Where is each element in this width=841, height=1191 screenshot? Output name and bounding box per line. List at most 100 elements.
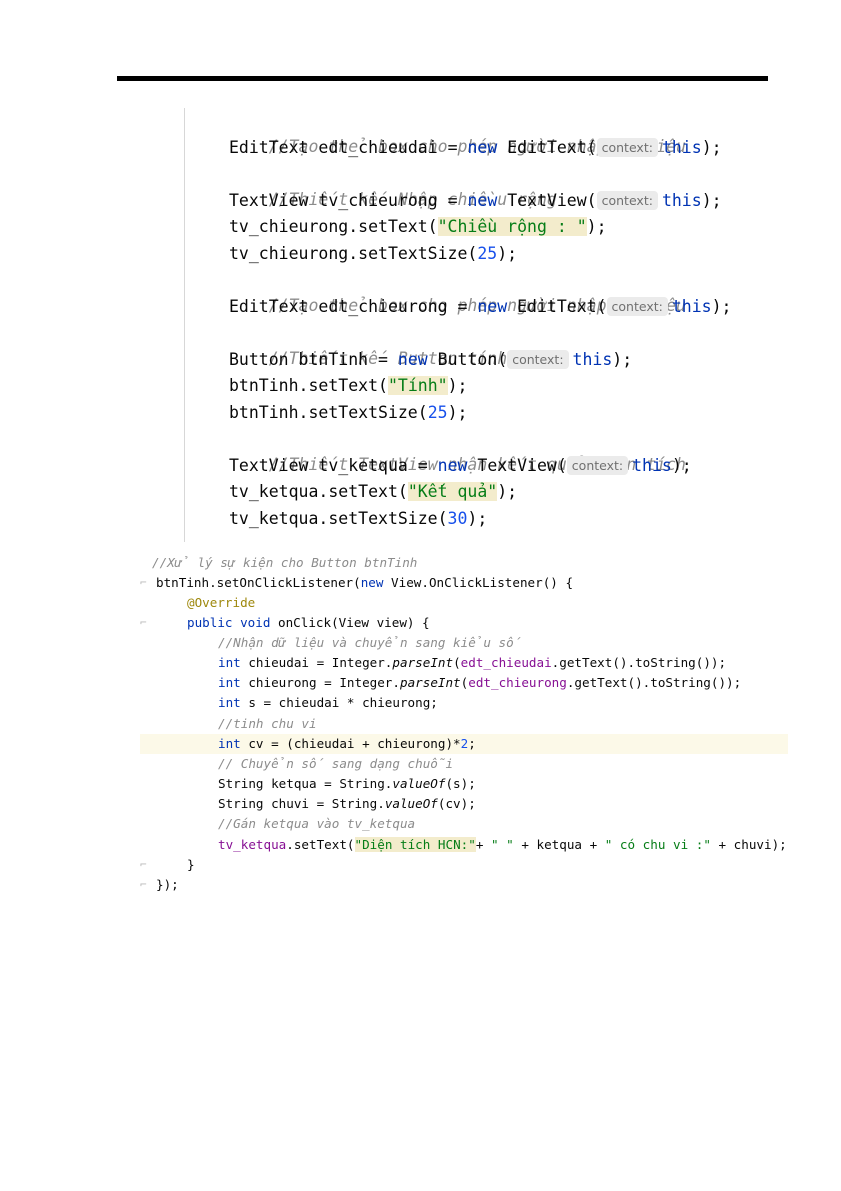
punctuation: (	[453, 655, 461, 670]
operator: =	[407, 455, 438, 475]
string-literal: "Diện tích HCN:"	[354, 837, 476, 852]
code-line: TextView tv_ketqua = new TextView(contex…	[229, 453, 692, 479]
operator: +	[475, 837, 491, 852]
variable: edt_chieurong	[318, 296, 448, 316]
code-line: @Override	[187, 593, 255, 613]
operator: =	[437, 137, 468, 157]
type-name: TextView	[229, 455, 309, 475]
constructor: EditText(	[517, 296, 607, 316]
operator: =	[447, 296, 478, 316]
keyword-int: int	[218, 675, 241, 690]
keyword-int: int	[218, 736, 241, 751]
header-rule	[117, 76, 768, 81]
static-method: valueOf	[392, 776, 446, 791]
string-literal: " có chu vi :"	[604, 837, 711, 852]
parameter-hint: context:	[507, 349, 569, 369]
method-signature: onClick(View view) {	[278, 615, 430, 630]
class-ref: View.OnClickListener() {	[383, 575, 574, 590]
method-call: tv_ketqua.setText(	[229, 482, 408, 501]
code-line: public void onClick(View view) {	[187, 613, 430, 633]
code-line: EditText edt_chieudai = new EditText(con…	[229, 135, 722, 161]
variable: tv_ketqua	[318, 455, 408, 475]
punctuation: );	[586, 217, 607, 236]
punctuation: );	[701, 137, 722, 157]
keyword-new: new	[477, 296, 508, 316]
variable: edt_chieudai	[318, 137, 438, 157]
constructor: TextView(	[507, 190, 597, 210]
keyword-this: this	[572, 349, 613, 369]
code-line: TextView tv_chieurong = new TextView(con…	[229, 188, 722, 214]
code-block-bottom: ⌐ ⌐ ⌐ ⌐ //Xử lý sự kiện cho Button btnTi…	[140, 548, 800, 903]
punctuation: );	[671, 455, 692, 475]
fold-marker[interactable]: ⌐	[140, 573, 150, 593]
field-ref: edt_chieurong	[468, 675, 567, 690]
code-line: tv_chieurong.setText("Chiều rộng : ");	[229, 214, 607, 240]
keyword-new: new	[467, 137, 498, 157]
string-literal: "Tính"	[387, 376, 448, 395]
constructor: Button(	[437, 349, 508, 369]
punctuation: );	[447, 402, 468, 422]
number-literal: 25	[427, 402, 448, 422]
fold-marker[interactable]: ⌐	[140, 855, 150, 875]
code-text: chieurong = Integer.	[240, 675, 400, 690]
punctuation: ;	[468, 736, 476, 751]
parameter-hint: context:	[566, 455, 629, 475]
keyword-this: this	[671, 296, 712, 316]
static-method: parseInt	[392, 655, 454, 670]
code-line: int s = chieudai * chieurong;	[218, 693, 438, 713]
keyword-this: this	[661, 137, 702, 157]
keywords: public void	[187, 615, 278, 630]
type-name: Button	[229, 349, 289, 369]
comment: //tinh chu vi	[218, 716, 317, 731]
code-text: .getText().toString());	[551, 655, 727, 670]
code-line: //Tạo thẻ box cho phép người nhập dữ liệ…	[229, 108, 686, 156]
keyword-this: this	[661, 190, 702, 210]
fold-marker[interactable]: ⌐	[140, 875, 150, 895]
constructor: EditText(	[507, 137, 597, 157]
code-line: //Nhận dữ liệu và chuyển sang kiểu số	[218, 633, 521, 653]
punctuation: );	[467, 508, 488, 528]
method-call: btnTinh.setText(	[229, 376, 388, 395]
code-line: // Chuyển số sang dạng chuỗi	[218, 754, 453, 774]
variable: tv_chieurong	[318, 190, 438, 210]
code-line: });	[156, 875, 179, 895]
code-line: //Xử lý sự kiện cho Button btnTinh	[152, 553, 417, 573]
type-name: EditText	[229, 296, 309, 316]
code-text: + ketqua +	[513, 837, 605, 852]
indent-guide	[184, 108, 185, 542]
field-ref: edt_chieudai	[460, 655, 552, 670]
method-call: .setText(	[286, 837, 355, 852]
code-line: tv_ketqua.setTextSize(30);	[229, 506, 487, 532]
code-line: //Thiết TextView nhận kết quả diện tích	[229, 426, 686, 474]
punctuation: );	[711, 296, 732, 316]
comment: //Nhận dữ liệu và chuyển sang kiểu số	[218, 635, 522, 650]
static-method: parseInt	[399, 675, 461, 690]
code-line: String ketqua = String.valueOf(s);	[218, 774, 476, 794]
method-call: btnTinh.setTextSize(	[229, 402, 428, 422]
fold-marker[interactable]: ⌐	[140, 613, 150, 633]
code-line: int chieudai = Integer.parseInt(edt_chie…	[218, 653, 726, 673]
string-literal: "Kết quả"	[407, 482, 498, 501]
comment: // Chuyển số sang dạng chuỗi	[218, 756, 454, 771]
punctuation: );	[497, 482, 518, 501]
code-line: //tinh chu vi	[218, 714, 317, 734]
code-line: //Thiết kế Button tính	[229, 320, 507, 368]
code-line: tv_ketqua.setText("Diện tích HCN:"+ " " …	[218, 835, 787, 855]
string-literal: "Chiều rộng : "	[437, 217, 587, 236]
punctuation: );	[497, 243, 518, 263]
code-text: chieudai = Integer.	[240, 655, 393, 670]
code-line: EditText edt_chieurong = new EditText(co…	[229, 294, 731, 320]
code-text: String chuvi = String.	[218, 796, 385, 811]
keyword-new: new	[467, 190, 498, 210]
punctuation: );	[612, 349, 633, 369]
string-literal: " "	[491, 837, 514, 852]
code-line: tv_chieurong.setTextSize(25);	[229, 241, 517, 267]
parameter-hint: context:	[596, 190, 658, 210]
code-line: String chuvi = String.valueOf(cv);	[218, 794, 476, 814]
variable: btnTinh	[298, 349, 369, 369]
operator: =	[437, 190, 468, 210]
code-text: (cv);	[437, 796, 476, 811]
code-line: //Thiết kế Nhập chiều rộng	[229, 161, 557, 209]
code-line: //Gán ketqua vào tv_ketqua	[218, 814, 415, 834]
method-call: tv_ketqua.setTextSize(	[229, 508, 448, 528]
